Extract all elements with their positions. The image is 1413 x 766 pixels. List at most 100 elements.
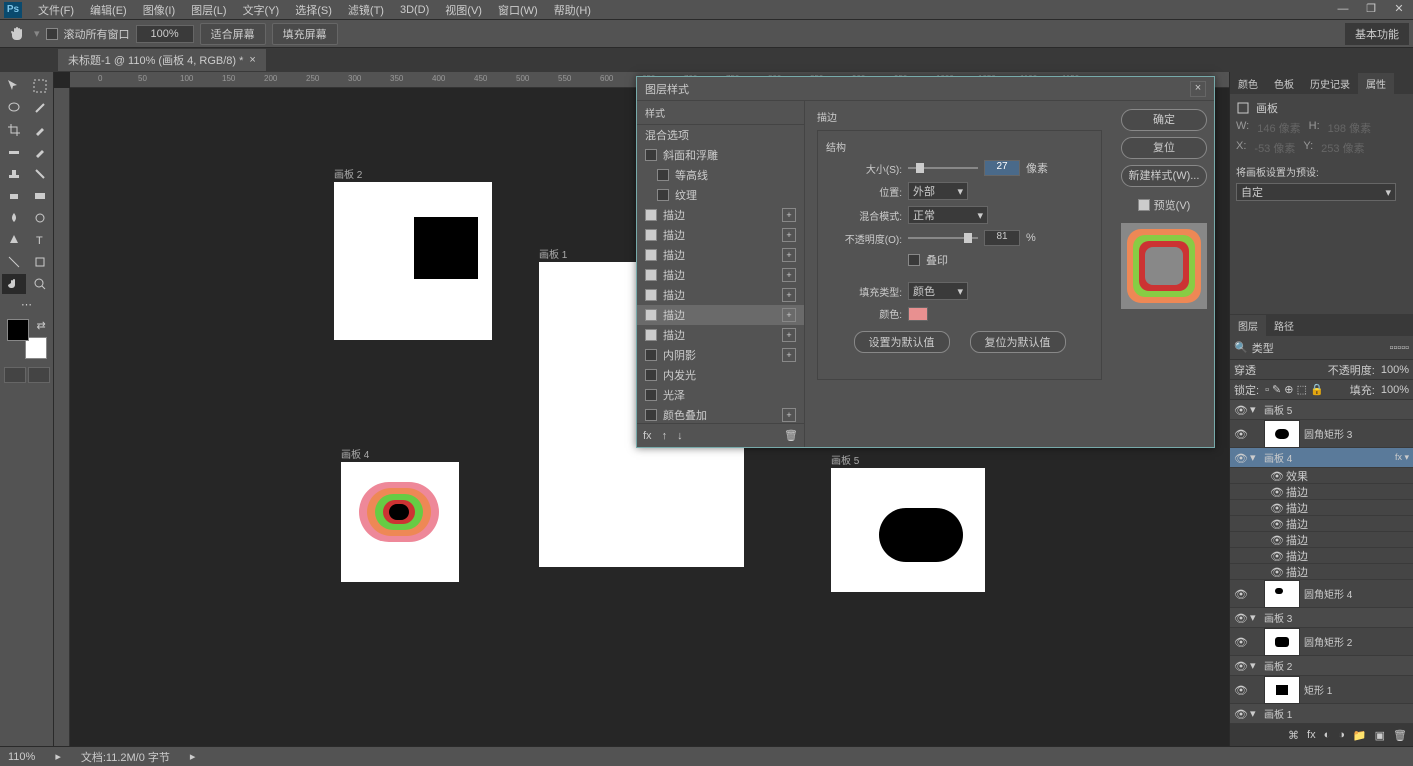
stroke-fx-5[interactable]: 👁描边 xyxy=(1230,548,1413,564)
position-select[interactable]: 外部▾ xyxy=(908,182,968,200)
fit-screen-button[interactable]: 适合屏幕 xyxy=(200,23,266,45)
size-slider[interactable] xyxy=(908,162,978,174)
layer-r1[interactable]: 👁矩形 1 xyxy=(1230,676,1413,704)
opacity-value[interactable]: 100% xyxy=(1381,364,1409,376)
preview-checkbox[interactable]: ✓ xyxy=(1138,199,1150,211)
stroke-item-5[interactable]: ✓描边+ xyxy=(637,285,804,305)
contour-item[interactable]: 等高线 xyxy=(637,165,804,185)
mask-icon[interactable]: ◐ xyxy=(1324,729,1331,741)
pen-tool[interactable] xyxy=(2,230,26,250)
overprint-checkbox[interactable] xyxy=(908,254,920,266)
menu-layer[interactable]: 图层(L) xyxy=(183,2,234,18)
size-input[interactable]: 27 xyxy=(984,160,1020,176)
texture-item[interactable]: 纹理 xyxy=(637,185,804,205)
menu-file[interactable]: 文件(F) xyxy=(30,2,82,18)
stroke-fx-6[interactable]: 👁描边 xyxy=(1230,564,1413,580)
layer-rr3[interactable]: 👁圆角矩形 3 xyxy=(1230,420,1413,448)
document-tab[interactable]: 未标题-1 @ 110% (画板 4, RGB/8) * × xyxy=(58,49,266,71)
menu-view[interactable]: 视图(V) xyxy=(437,2,490,18)
dialog-close-icon[interactable]: × xyxy=(1190,81,1206,97)
blend-mode-select[interactable]: 穿透 xyxy=(1234,362,1256,378)
color-overlay-item[interactable]: 颜色叠加+ xyxy=(637,405,804,423)
fx-menu-icon[interactable]: fx xyxy=(643,430,652,442)
reset-default-button[interactable]: 复位为默认值 xyxy=(970,331,1066,353)
minimize-button[interactable]: — xyxy=(1329,0,1357,20)
tab-properties[interactable]: 属性 xyxy=(1358,73,1394,94)
dialog-titlebar[interactable]: 图层样式 × xyxy=(637,77,1214,101)
add-stroke-icon[interactable]: + xyxy=(782,208,796,222)
fx-row[interactable]: 👁效果 xyxy=(1230,468,1413,484)
close-tab-icon[interactable]: × xyxy=(249,54,255,66)
layer-rr2[interactable]: 👁圆角矩形 2 xyxy=(1230,628,1413,656)
menu-type[interactable]: 文字(Y) xyxy=(235,2,288,18)
stroke-fx-1[interactable]: 👁描边 xyxy=(1230,484,1413,500)
menu-filter[interactable]: 滤镜(T) xyxy=(340,2,392,18)
artboard-4[interactable]: 画板 4 xyxy=(341,462,459,582)
blur-tool[interactable] xyxy=(2,208,26,228)
stroke-item-1[interactable]: ✓描边+ xyxy=(637,205,804,225)
shape-tool[interactable] xyxy=(28,252,52,272)
move-tool[interactable] xyxy=(2,76,26,96)
brush-tool[interactable] xyxy=(28,142,52,162)
preset-select[interactable]: 自定▾ xyxy=(1236,183,1396,201)
opacity-slider[interactable] xyxy=(908,232,978,244)
fill-value[interactable]: 100% xyxy=(1381,384,1409,396)
status-doc[interactable]: 文档:11.2M/0 字节 xyxy=(81,749,170,765)
artboard3-group[interactable]: 👁▾画板 3 xyxy=(1230,608,1413,628)
stamp-tool[interactable] xyxy=(2,164,26,184)
dodge-tool[interactable] xyxy=(28,208,52,228)
opacity-input[interactable]: 81 xyxy=(984,230,1020,246)
hand-tool[interactable] xyxy=(2,274,26,294)
eyedropper-tool[interactable] xyxy=(28,120,52,140)
screenmode-button[interactable] xyxy=(28,367,50,383)
stroke-item-3[interactable]: ✓描边+ xyxy=(637,245,804,265)
stroke-item-7[interactable]: ✓描边+ xyxy=(637,325,804,345)
artboard-5[interactable]: 画板 5 xyxy=(831,468,985,592)
workspace-label[interactable]: 基本功能 xyxy=(1345,23,1409,45)
tab-paths[interactable]: 路径 xyxy=(1266,315,1302,336)
inner-shadow-item[interactable]: 内阴影+ xyxy=(637,345,804,365)
menu-edit[interactable]: 编辑(E) xyxy=(82,2,135,18)
color-swatches[interactable]: ⇄ xyxy=(7,319,47,359)
restore-button[interactable]: ❐ xyxy=(1357,0,1385,20)
menu-image[interactable]: 图像(I) xyxy=(135,2,183,18)
down-icon[interactable]: ↓ xyxy=(677,430,683,442)
reset-button[interactable]: 复位 xyxy=(1121,137,1207,159)
lasso-tool[interactable] xyxy=(2,98,26,118)
stroke-fx-3[interactable]: 👁描边 xyxy=(1230,516,1413,532)
path-tool[interactable] xyxy=(2,252,26,272)
zoom-tool[interactable] xyxy=(28,274,52,294)
artboard5-group[interactable]: 👁▾画板 5 xyxy=(1230,400,1413,420)
make-default-button[interactable]: 设置为默认值 xyxy=(854,331,950,353)
artboard4-group[interactable]: 👁▾画板 4fx ▾ xyxy=(1230,448,1413,468)
stroke-item-6[interactable]: ✓描边+ xyxy=(637,305,804,325)
up-icon[interactable]: ↑ xyxy=(662,430,668,442)
fill-type-select[interactable]: 颜色▾ xyxy=(908,282,968,300)
artboard-2[interactable]: 画板 2 xyxy=(334,182,492,340)
hand-tool-icon[interactable] xyxy=(8,24,28,44)
menu-help[interactable]: 帮助(H) xyxy=(546,2,599,18)
new-style-button[interactable]: 新建样式(W)... xyxy=(1121,165,1207,187)
menu-select[interactable]: 选择(S) xyxy=(287,2,340,18)
quickmask-button[interactable] xyxy=(4,367,26,383)
type-tool[interactable]: T xyxy=(28,230,52,250)
foreground-color[interactable] xyxy=(7,319,29,341)
stroke-fx-4[interactable]: 👁描边 xyxy=(1230,532,1413,548)
blend-select[interactable]: 正常▾ xyxy=(908,206,988,224)
swap-colors-icon[interactable]: ⇄ xyxy=(37,319,47,329)
gradient-tool[interactable] xyxy=(28,186,52,206)
bevel-item[interactable]: 斜面和浮雕 xyxy=(637,145,804,165)
scroll-all-checkbox[interactable] xyxy=(46,28,58,40)
folder-icon[interactable]: 📁 xyxy=(1353,729,1367,742)
crop-tool[interactable] xyxy=(2,120,26,140)
tab-history[interactable]: 历史记录 xyxy=(1302,73,1358,94)
menu-3d[interactable]: 3D(D) xyxy=(392,4,437,16)
inner-glow-item[interactable]: 内发光 xyxy=(637,365,804,385)
tab-layers[interactable]: 图层 xyxy=(1230,315,1266,336)
artboard2-group[interactable]: 👁▾画板 2 xyxy=(1230,656,1413,676)
status-zoom[interactable]: 110% xyxy=(8,751,35,763)
adj-icon[interactable]: ◑ xyxy=(1338,729,1345,741)
stroke-fx-2[interactable]: 👁描边 xyxy=(1230,500,1413,516)
layer-rr4[interactable]: 👁圆角矩形 4 xyxy=(1230,580,1413,608)
stroke-color-swatch[interactable] xyxy=(908,307,928,321)
